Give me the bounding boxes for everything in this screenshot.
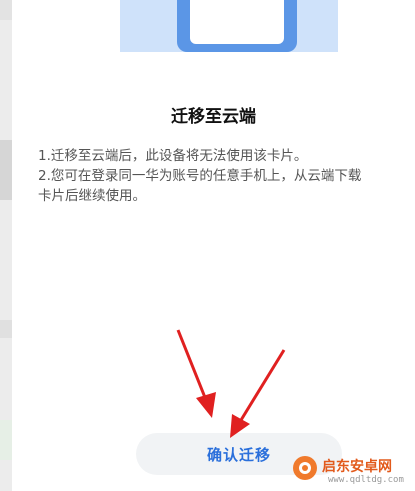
watermark-logo-icon xyxy=(293,456,317,480)
watermark-title: 启东安卓网 xyxy=(322,459,392,475)
cloud-illustration xyxy=(12,0,415,66)
phone-screen-icon xyxy=(190,0,284,44)
description-line-2: 2.您可在登录同一华为账号的任意手机上，从云端下载 xyxy=(38,168,362,184)
dialog-description: 1.迁移至云端后，此设备将无法使用该卡片。 2.您可在登录同一华为账号的任意手机… xyxy=(38,146,410,206)
description-line-3: 卡片后继续使用。 xyxy=(38,188,146,204)
migrate-dialog: 迁移至云端 1.迁移至云端后，此设备将无法使用该卡片。 2.您可在登录同一华为账… xyxy=(12,0,415,491)
watermark-url: www.qdltdg.com xyxy=(328,475,404,485)
description-line-1: 1.迁移至云端后，此设备将无法使用该卡片。 xyxy=(38,148,308,164)
dialog-title: 迁移至云端 xyxy=(171,107,256,127)
